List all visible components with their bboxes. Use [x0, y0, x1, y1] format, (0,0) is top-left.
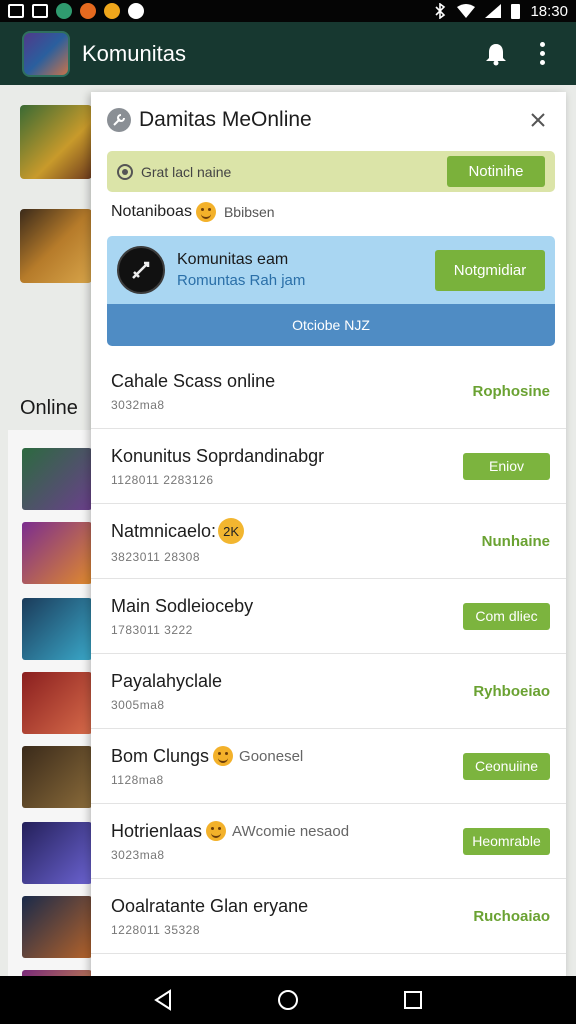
smile-emoji-icon [195, 202, 216, 222]
status-strip: Grat lacl naine Notinihe [107, 151, 555, 192]
row-action[interactable]: Nunhaine [482, 533, 550, 550]
app-bar: Komunitas [0, 22, 576, 85]
smile-emoji-icon [213, 746, 234, 766]
row-title: Konunitus Soprdandinabgr [111, 445, 325, 466]
app-title: Komunitas [82, 40, 186, 66]
app-icon [56, 3, 72, 19]
app-icon [80, 3, 96, 19]
list-item[interactable]: Main Sodleioceby 1783011 3222 Com dliec [91, 579, 566, 654]
community-panel: Damitas MeOnline Grat lacl naine Notinih… [91, 92, 566, 976]
row-title: Main Sodleioceby [111, 595, 254, 616]
list-item[interactable]: Ooalratante Glan eryane 1228011 35328 Ru… [91, 879, 566, 954]
row-action[interactable]: Rophosine [473, 383, 551, 400]
row-title: Bom Clungs [111, 745, 210, 766]
row-action-button[interactable]: Com dliec [463, 602, 550, 630]
radio-icon [117, 163, 133, 180]
row-action-button[interactable]: Heomrable [463, 827, 550, 855]
recents-icon[interactable] [399, 986, 427, 1014]
navigation-bar [0, 976, 576, 1024]
thumbnail[interactable] [22, 448, 92, 510]
wrench-icon [107, 108, 131, 132]
wifi-icon [457, 4, 476, 18]
game-card[interactable] [20, 209, 92, 283]
panel-header: Damitas MeOnline [91, 92, 566, 148]
list-item[interactable]: Hotrienlaas AWcomie nesaod 3023ma8 Heomra… [91, 804, 566, 879]
thumbnail[interactable] [22, 896, 92, 958]
row-subtitle: 3005ma8 [111, 697, 165, 712]
row-title: Payalahyclale [111, 670, 223, 691]
image-icon [32, 4, 48, 18]
back-icon[interactable] [149, 986, 177, 1014]
featured-button[interactable]: Notgmidiar [435, 249, 545, 291]
game-card[interactable] [20, 105, 92, 179]
featured-bottom-bar[interactable]: Otciobe NJZ [107, 304, 555, 346]
row-title-extra: AWcomie nesaod [232, 822, 350, 840]
list-item[interactable]: Cahale Scass online 3032ma8 Rophosine [91, 354, 566, 429]
thumbnail-list [8, 430, 98, 1024]
clock: 18:30 [530, 2, 568, 20]
community-list: Cahale Scass online 3032ma8 Rophosine Ko… [91, 354, 566, 954]
thumbnail[interactable] [22, 822, 92, 884]
mail-icon [8, 4, 24, 18]
count-badge: 2K [218, 518, 245, 544]
section-label: Online [20, 397, 78, 419]
row-subtitle: 3023ma8 [111, 847, 165, 862]
thumbnail[interactable] [22, 672, 92, 734]
subheader: Notaniboas Bbibsen [111, 202, 275, 222]
sword-icon [117, 246, 165, 294]
more-vert-icon[interactable] [530, 40, 554, 68]
list-item[interactable]: Natmnicaelo: 2K 3823011 28308 Nunhaine [91, 504, 566, 579]
close-icon[interactable] [526, 108, 550, 132]
row-title: Hotrienlaas [111, 820, 203, 841]
thumbnail[interactable] [22, 522, 92, 584]
bluetooth-icon [435, 3, 446, 19]
featured-card: Komunitas eam Romuntas Rah jam Notgmidia… [107, 236, 555, 346]
status-bar: 18:30 [0, 0, 576, 22]
subheader-secondary: Bbibsen [223, 204, 275, 220]
list-item[interactable]: Bom Clungs Goonesel 1128ma8 Ceonuiine [91, 729, 566, 804]
status-strip-button[interactable]: Notinihe [447, 156, 545, 187]
avatar[interactable] [22, 30, 70, 77]
row-title: Ooalratante Glan eryane [111, 895, 309, 916]
row-subtitle: 3823011 28308 [111, 550, 201, 564]
row-subtitle: 1783011 3222 [111, 622, 193, 637]
row-title: Natmnicaelo: [111, 520, 217, 541]
row-title-extra: Goonesel [239, 747, 304, 765]
status-strip-text: Grat lacl naine [141, 163, 232, 180]
thumbnail[interactable] [22, 598, 92, 660]
panel-title: Damitas MeOnline [139, 108, 312, 131]
row-action[interactable]: Ruchoaiao [473, 908, 550, 925]
thumbnail[interactable] [22, 746, 92, 808]
row-action-button[interactable]: Eniov [463, 452, 550, 480]
app-icon [104, 3, 120, 19]
featured-title: Komunitas eam [177, 251, 289, 268]
list-item[interactable]: Payalahyclale 3005ma8 Ryhboeiao [91, 654, 566, 729]
featured-subtitle[interactable]: Romuntas Rah jam [177, 272, 305, 289]
signal-icon [485, 4, 502, 18]
row-subtitle: 3032ma8 [111, 397, 165, 412]
home-icon[interactable] [274, 986, 302, 1014]
list-item[interactable]: Konunitus Soprdandinabgr 1128011 2283126… [91, 429, 566, 504]
app-icon [128, 3, 144, 19]
bell-icon[interactable] [482, 40, 510, 68]
row-title: Cahale Scass online [111, 370, 276, 391]
row-subtitle: 1228011 35328 [111, 922, 201, 937]
row-action[interactable]: Ryhboeiao [473, 683, 550, 700]
subheader-title: Notaniboas [111, 203, 192, 220]
row-action-button[interactable]: Ceonuiine [463, 752, 550, 780]
row-subtitle: 1128ma8 [111, 772, 164, 787]
row-subtitle: 1128011 2283126 [111, 472, 214, 487]
battery-icon [511, 3, 521, 19]
smile-emoji-icon [206, 821, 227, 841]
